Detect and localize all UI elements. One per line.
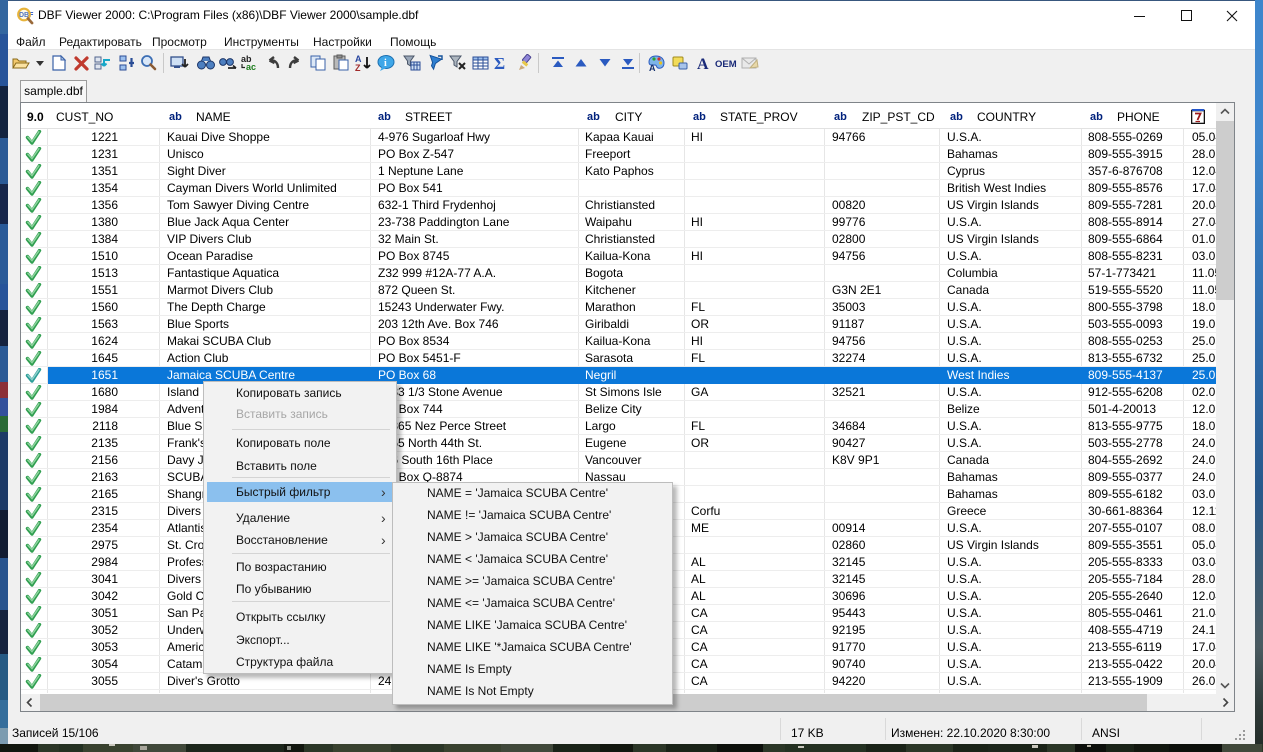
svg-text:Σ: Σ	[494, 54, 505, 72]
svg-text:A: A	[649, 63, 656, 72]
svg-text:i: i	[384, 58, 387, 69]
svg-text:ac: ac	[246, 62, 256, 72]
svg-text:Z: Z	[355, 63, 361, 72]
svg-text:A: A	[697, 56, 709, 72]
svg-text:OEM: OEM	[715, 59, 737, 70]
